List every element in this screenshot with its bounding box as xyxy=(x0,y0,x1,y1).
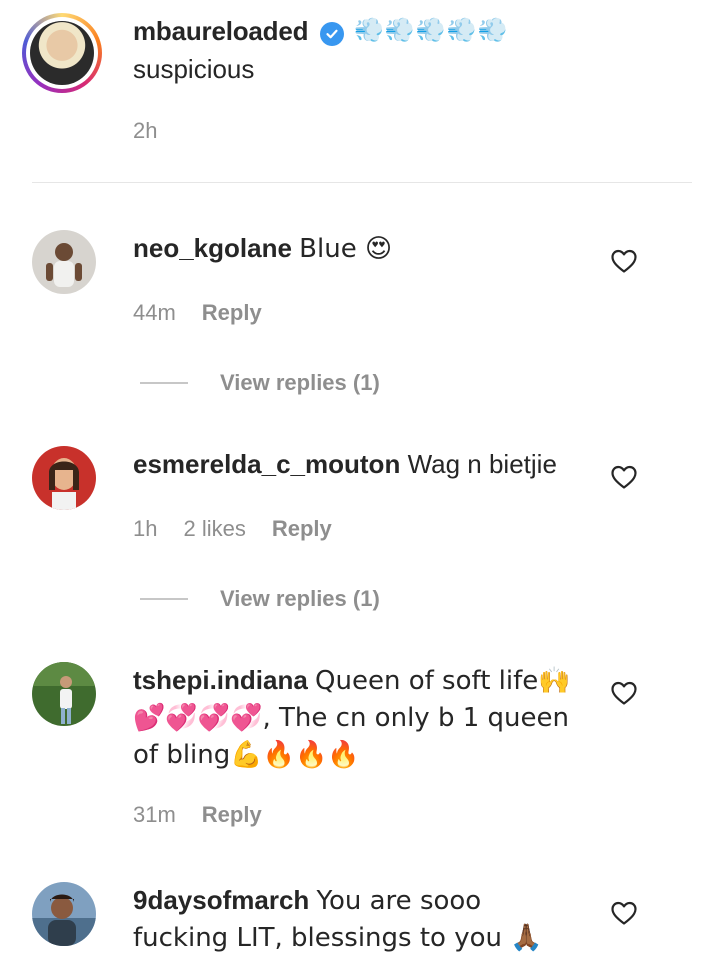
caption-timestamp: 2h xyxy=(133,118,158,143)
avatar[interactable] xyxy=(32,230,96,294)
comment-text: Wag n bietjie xyxy=(407,449,557,479)
caption-username[interactable]: mbaureloaded xyxy=(133,16,309,47)
heart-outline-icon[interactable] xyxy=(610,248,638,274)
reply-button[interactable]: Reply xyxy=(202,802,262,828)
comment-timestamp: 44m xyxy=(133,300,176,325)
reply-button[interactable]: Reply xyxy=(202,300,262,326)
comment-timestamp: 31m xyxy=(133,802,176,827)
comment-body: esmerelda_c_mouton Wag n bietjie xyxy=(133,446,573,482)
avatar[interactable] xyxy=(32,662,96,726)
comment-text: Blue 😍 xyxy=(299,234,393,264)
comment-body: neo_kgolane Blue 😍 xyxy=(133,230,573,267)
view-replies-button[interactable]: View replies (1) xyxy=(140,586,380,612)
avatar xyxy=(30,21,94,85)
divider xyxy=(32,182,692,183)
comment-username[interactable]: neo_kgolane xyxy=(133,233,292,263)
heart-outline-icon[interactable] xyxy=(610,900,638,926)
view-replies-label: View replies (1) xyxy=(220,370,380,395)
comment-meta: 44m Reply xyxy=(133,300,262,326)
comment-body: 9daysofmarch You are sooo fucking LIT, b… xyxy=(133,882,573,956)
comment-meta: 1h 2 likes Reply xyxy=(133,516,332,542)
avatar[interactable] xyxy=(32,882,96,946)
avatar[interactable] xyxy=(32,446,96,510)
comment-username[interactable]: 9daysofmarch xyxy=(133,885,309,915)
reply-button[interactable]: Reply xyxy=(272,516,332,542)
comment-username[interactable]: tshepi.indiana xyxy=(133,665,308,695)
verified-badge-icon xyxy=(320,22,344,46)
caption-emojis: 💨💨💨💨💨 xyxy=(354,16,509,44)
view-replies-button[interactable]: View replies (1) xyxy=(140,370,380,396)
replies-line xyxy=(140,598,188,600)
story-ring-avatar[interactable] xyxy=(22,13,102,93)
comment-likes[interactable]: 2 likes xyxy=(183,516,245,542)
heart-outline-icon[interactable] xyxy=(610,680,638,706)
comment-body: tshepi.indiana Queen of soft life🙌 💕💞💞💞,… xyxy=(133,662,573,773)
comment-timestamp: 1h xyxy=(133,516,158,541)
comment-username[interactable]: esmerelda_c_mouton xyxy=(133,449,400,479)
comment-meta: 31m Reply xyxy=(133,802,262,828)
post-caption: mbaureloaded 💨💨💨💨💨 suspicious 2h xyxy=(0,0,720,184)
view-replies-label: View replies (1) xyxy=(220,586,380,611)
replies-line xyxy=(140,382,188,384)
heart-outline-icon[interactable] xyxy=(610,464,638,490)
caption-text: suspicious xyxy=(133,54,255,84)
